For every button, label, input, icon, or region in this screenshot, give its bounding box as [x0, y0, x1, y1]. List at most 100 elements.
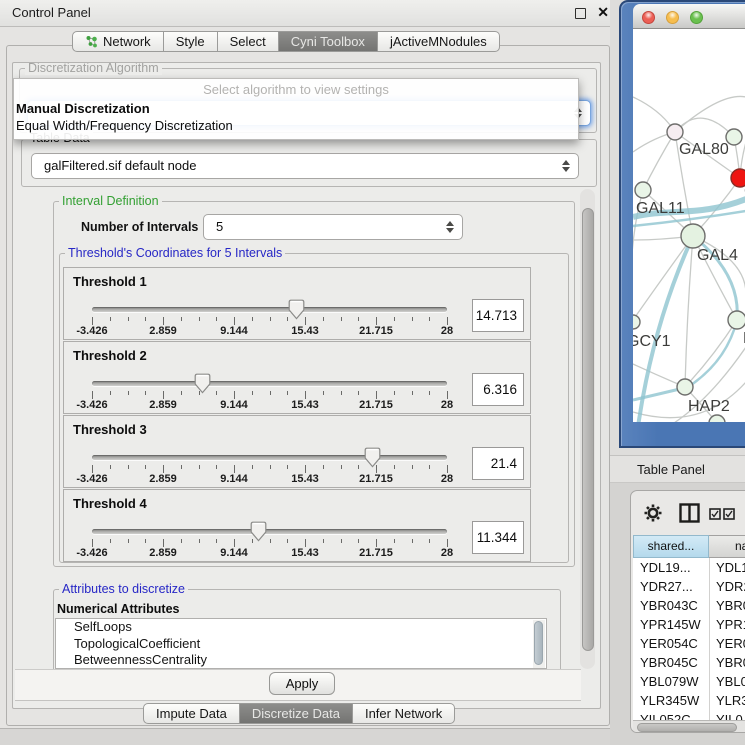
- numerical-attributes-list[interactable]: SelfLoopsTopologicalCoefficientBetweenne…: [55, 618, 547, 669]
- network-node-g[interactable]: [726, 129, 742, 145]
- network-node-gcy1[interactable]: [633, 315, 640, 329]
- tick-mark: [358, 465, 359, 469]
- table-row[interactable]: YIL052CYIL0: [633, 710, 745, 720]
- tick-mark: [145, 317, 146, 321]
- network-icon: [85, 35, 98, 48]
- threshold-slider-track[interactable]: [92, 381, 447, 386]
- tick-mark: [323, 391, 324, 395]
- tick-mark: [270, 391, 271, 395]
- tab-cyni-toolbox[interactable]: Cyni Toolbox: [279, 31, 378, 52]
- column-header-name[interactable]: name: [709, 535, 745, 558]
- tick-label: 2.859: [137, 547, 189, 559]
- table-data-combobox-value: galFiltered.sif default node: [44, 154, 196, 178]
- threshold-value-field[interactable]: 11.344: [472, 521, 524, 554]
- threshold-slider-track[interactable]: [92, 307, 447, 312]
- tick-mark: [92, 465, 93, 473]
- column-header-shared-name[interactable]: shared...: [633, 535, 709, 558]
- apply-button[interactable]: Apply: [269, 672, 335, 695]
- network-node-gal11[interactable]: [635, 182, 651, 198]
- table-row[interactable]: YDL19...YDL1: [633, 558, 745, 577]
- table-data-combobox[interactable]: galFiltered.sif default node: [31, 153, 579, 179]
- tick-mark: [128, 391, 129, 395]
- network-canvas[interactable]: GAL80GCGAL11GAL4GCY1HHAP2: [633, 29, 745, 422]
- network-node-c[interactable]: [731, 169, 745, 187]
- tick-mark: [110, 539, 111, 543]
- tick-label: 28: [421, 547, 473, 559]
- cell-name: YBR0: [709, 596, 745, 615]
- attribute-item-betweennesscentrality[interactable]: BetweennessCentrality: [56, 652, 546, 669]
- tick-label: -3.426: [66, 473, 118, 485]
- threshold-slider-knob[interactable]: [194, 373, 211, 394]
- list-vertical-scrollbar[interactable]: [533, 620, 545, 669]
- checkbox-icon[interactable]: [709, 508, 721, 520]
- tab-impute-data[interactable]: Impute Data: [143, 703, 240, 724]
- threshold-slider-knob[interactable]: [250, 521, 267, 542]
- scrollbar-thumb[interactable]: [534, 621, 543, 665]
- network-node-gal80[interactable]: [667, 124, 683, 140]
- threshold-value-field[interactable]: 21.4: [472, 447, 524, 480]
- cell-shared-name: YER054C: [633, 634, 709, 653]
- table-toolbar: [631, 491, 745, 535]
- attribute-item-selfloops[interactable]: SelfLoops: [56, 619, 546, 636]
- threshold-slider-track[interactable]: [92, 455, 447, 460]
- cell-shared-name: YLR345W: [633, 691, 709, 710]
- tab-jactivemnodules[interactable]: jActiveMNodules: [378, 31, 500, 52]
- window-zoom-button[interactable]: [690, 11, 703, 24]
- cell-name: YPR1: [709, 615, 745, 634]
- tab-select[interactable]: Select: [218, 31, 279, 52]
- threshold-value-field[interactable]: 6.316: [472, 373, 524, 406]
- window-close-button[interactable]: [642, 11, 655, 24]
- table-horizontal-scrollbar[interactable]: [633, 720, 745, 733]
- tick-mark: [394, 539, 395, 543]
- number-of-intervals-value: 5: [216, 215, 223, 239]
- checkbox-icon[interactable]: [723, 508, 735, 520]
- scrollbar-thumb[interactable]: [637, 723, 737, 732]
- tick-mark: [145, 391, 146, 395]
- table-row[interactable]: YBL079WYBL0: [633, 672, 745, 691]
- network-window-titlebar[interactable]: [633, 4, 745, 29]
- number-of-intervals-combobox[interactable]: 5: [203, 214, 463, 240]
- attribute-item-topologicalcoefficient[interactable]: TopologicalCoefficient: [56, 636, 546, 653]
- table-row[interactable]: YER054CYER0: [633, 634, 745, 653]
- gear-icon[interactable]: [643, 503, 663, 523]
- table-row[interactable]: YLR345WYLR3: [633, 691, 745, 710]
- float-panel-icon[interactable]: [575, 8, 586, 19]
- tab-style[interactable]: Style: [164, 31, 218, 52]
- tick-mark: [216, 317, 217, 321]
- dropdown-option-equal-width-frequency[interactable]: Equal Width/Frequency Discretization: [14, 117, 578, 134]
- cell-name: YLR3: [709, 691, 745, 710]
- table-row[interactable]: YBR043CYBR0: [633, 596, 745, 615]
- close-panel-icon[interactable]: ✕: [597, 4, 609, 21]
- tab-infer-network[interactable]: Infer Network: [353, 703, 455, 724]
- threshold-value-field[interactable]: 14.713: [472, 299, 524, 332]
- node-table-panel: shared... name YDL19...YDL1YDR27...YDR2Y…: [630, 490, 745, 733]
- tick-mark: [270, 465, 271, 469]
- panel-vertical-scrollbar[interactable]: [580, 189, 595, 669]
- network-node-h[interactable]: [728, 311, 745, 329]
- dropdown-placeholder: Select algorithm to view settings: [14, 79, 578, 100]
- table-row[interactable]: YPR145WYPR1: [633, 615, 745, 634]
- tab-network[interactable]: Network: [72, 31, 164, 52]
- tick-mark: [358, 539, 359, 543]
- network-node-gal4[interactable]: [681, 224, 705, 248]
- table-row[interactable]: YDR27...YDR2: [633, 577, 745, 596]
- threshold-slider-knob[interactable]: [288, 299, 305, 320]
- tick-mark: [341, 317, 342, 321]
- threshold-label: Threshold 3: [73, 422, 147, 437]
- tick-label: -3.426: [66, 399, 118, 411]
- tick-mark: [234, 317, 235, 325]
- threshold-slider-knob[interactable]: [364, 447, 381, 468]
- tick-label: 15.43: [279, 325, 331, 337]
- tick-mark: [216, 539, 217, 543]
- tick-mark: [92, 391, 93, 399]
- screen: Control Panel ✕ NetworkStyleSelectCyni T…: [0, 0, 745, 745]
- tick-mark: [323, 317, 324, 321]
- window-minimize-button[interactable]: [666, 11, 679, 24]
- dropdown-option-manual-discretization[interactable]: Manual Discretization: [14, 100, 578, 117]
- scrollbar-thumb[interactable]: [582, 208, 594, 651]
- network-node-hap2[interactable]: [677, 379, 693, 395]
- split-columns-icon[interactable]: [679, 503, 700, 523]
- threshold-slider-track[interactable]: [92, 529, 447, 534]
- table-row[interactable]: YBR045CYBR0: [633, 653, 745, 672]
- tab-discretize-data[interactable]: Discretize Data: [240, 703, 353, 724]
